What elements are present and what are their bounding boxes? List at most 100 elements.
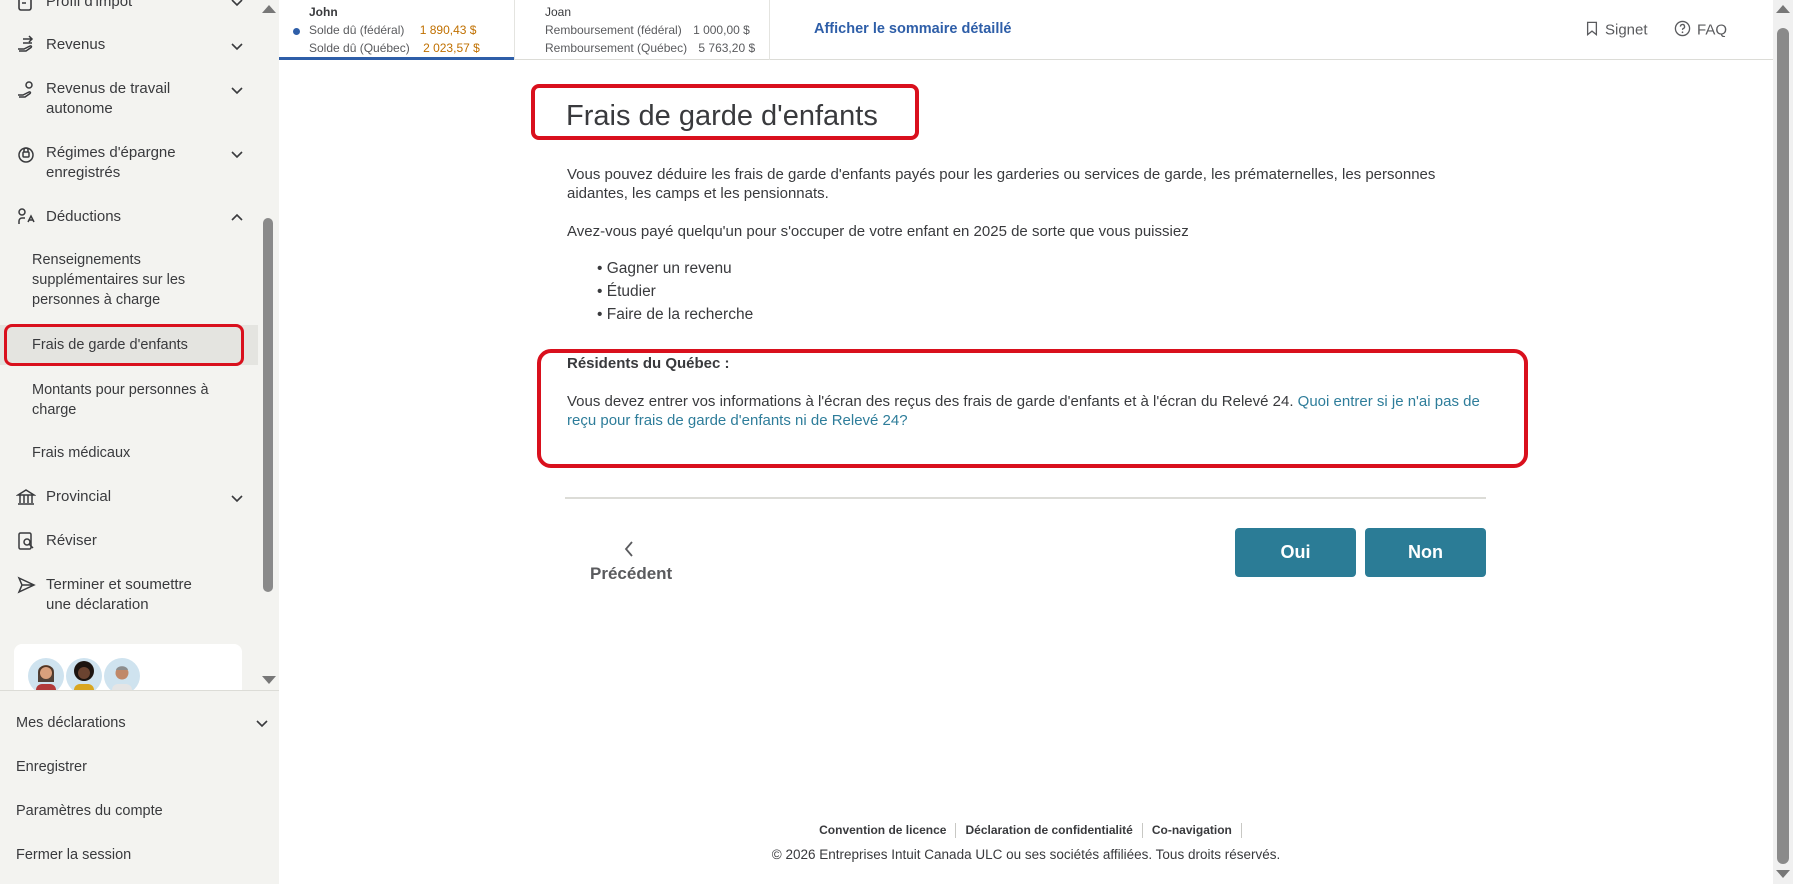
co-browse-link[interactable]: Co-navigation: [1143, 823, 1242, 838]
refund-label: Remboursement (fédéral): [545, 23, 682, 37]
sidebar-item-savings[interactable]: Régimes d'épargne enregistrés: [0, 142, 258, 186]
sidebar-item-label: Déductions: [46, 208, 122, 225]
header: John Solde dû (fédéral) 1 890,43 $ Solde…: [279, 0, 1773, 60]
page-title: Frais de garde d'enfants: [566, 100, 878, 132]
review-icon: [16, 531, 36, 551]
sidebar-item-deductions[interactable]: Déductions: [0, 206, 258, 230]
taxpayer-name: John: [309, 5, 338, 19]
chevron-left-icon: [622, 540, 636, 563]
previous-label: Précédent: [590, 564, 673, 583]
refund-value: 1 000,00 $: [693, 23, 750, 37]
balance-row: Solde dû (fédéral) 1 890,43 $: [309, 23, 476, 37]
sidebar-item-label: Revenus de travail autonome: [46, 80, 171, 117]
main-content: Frais de garde d'enfants Vous pouvez déd…: [279, 60, 1773, 884]
provincial-icon: [15, 487, 37, 507]
sidebar-item-label: Terminer et soumettre une déclaration: [46, 576, 192, 613]
scroll-down-arrow-icon[interactable]: [262, 676, 276, 684]
avatar: [28, 658, 64, 690]
chevron-down-icon[interactable]: [254, 715, 270, 731]
scroll-down-arrow-icon[interactable]: [1776, 870, 1790, 878]
chevron-up-icon: [229, 210, 245, 226]
chevron-down-icon: [229, 82, 245, 98]
faq-button[interactable]: FAQ: [1674, 20, 1727, 41]
question-text: Avez-vous payé quelqu'un pour s'occuper …: [567, 223, 1189, 240]
my-returns-link[interactable]: Mes déclarations: [16, 713, 126, 733]
list-item-text: Faire de la recherche: [606, 306, 754, 323]
sidebar-item-label: Provincial: [46, 488, 112, 505]
refund-row: Remboursement (Québec) 5 763,20 $: [545, 41, 755, 55]
bookmark-icon: [1585, 20, 1599, 41]
taxpayer-tab-joan[interactable]: Joan Remboursement (fédéral) 1 000,00 $ …: [514, 0, 770, 60]
balance-label: Solde dû (Québec): [309, 41, 410, 55]
no-button[interactable]: Non: [1365, 528, 1486, 577]
scroll-thumb[interactable]: [263, 218, 273, 592]
scroll-up-arrow-icon[interactable]: [262, 5, 276, 13]
footer-links: Convention de licence Déclaration de conf…: [279, 823, 1773, 838]
sidebar: Profil d'impôt Revenus Revenus de travai…: [0, 0, 279, 884]
quebec-body-text: Vous devez entrer vos informations à l'é…: [567, 393, 1298, 410]
avatar: [104, 658, 140, 690]
quebec-residents-text: Vous devez entrer vos informations à l'é…: [567, 392, 1487, 430]
sidebar-item-review[interactable]: Réviser: [0, 530, 258, 554]
chevron-down-icon: [229, 0, 245, 10]
sidebar-subitem-medical[interactable]: Frais médicaux: [0, 443, 258, 467]
sidebar-item-label: Profil d'impôt: [46, 0, 133, 10]
chevron-down-icon: [229, 490, 245, 506]
sidebar-subitem-label: Montants pour personnes à charge: [32, 382, 209, 418]
intro-text: Vous pouvez déduire les frais de garde d…: [567, 166, 1436, 202]
sidebar-item-finish-submit[interactable]: Terminer et soumettre une déclaration: [0, 574, 258, 618]
divider: [565, 497, 1486, 499]
scroll-up-arrow-icon[interactable]: [1776, 5, 1790, 13]
income-icon: [16, 35, 36, 55]
sidebar-subitem-label: Renseignements supplémentaires sur les p…: [32, 252, 186, 308]
save-link[interactable]: Enregistrer: [16, 757, 87, 777]
account-settings-link[interactable]: Paramètres du compte: [16, 801, 163, 821]
refund-label: Remboursement (Québec): [545, 41, 688, 55]
previous-button[interactable]: Précédent: [584, 538, 684, 588]
deductions-icon: [16, 207, 36, 227]
sidebar-subitem-dependants[interactable]: Renseignements supplémentaires sur les p…: [0, 250, 258, 314]
copyright-text: © 2026 Entreprises Intuit Canada ULC ou …: [771, 847, 1281, 862]
taxpayer-name: Joan: [545, 5, 572, 19]
chevron-down-icon: [229, 38, 245, 54]
send-icon: [16, 575, 36, 595]
quebec-residents-heading: Résidents du Québec :: [567, 355, 730, 372]
sidebar-item-provincial[interactable]: Provincial: [0, 486, 258, 510]
license-agreement-link[interactable]: Convention de licence: [810, 823, 957, 838]
expert-help-card[interactable]: [14, 644, 242, 690]
page-scrollbar[interactable]: [1773, 0, 1793, 884]
sidebar-item-income[interactable]: Revenus: [0, 34, 258, 58]
bookmark-label: Signet: [1605, 21, 1648, 39]
list-item: • Faire de la recherche: [597, 306, 754, 323]
balance-value: 1 890,43 $: [419, 23, 477, 37]
sidebar-bottom-nav: Mes déclarations Enregistrer Paramètres …: [0, 690, 279, 884]
sidebar-item-label: Revenus: [46, 36, 106, 53]
refund-value: 5 763,20 $: [698, 41, 756, 55]
scroll-thumb[interactable]: [1777, 28, 1789, 864]
balance-row: Solde dû (Québec) 2 023,57 $: [309, 41, 480, 55]
self-employment-icon: [16, 80, 36, 100]
active-indicator-dot: [293, 28, 300, 35]
sidebar-item-self-employment[interactable]: Revenus de travail autonome: [0, 78, 258, 122]
privacy-statement-link[interactable]: Déclaration de confidentialité: [956, 823, 1143, 838]
sidebar-item-tax-profile[interactable]: Profil d'impôt: [0, 0, 258, 14]
list-item: • Gagner un revenu: [597, 260, 732, 277]
bookmark-button[interactable]: Signet: [1585, 20, 1648, 41]
balance-value: 2 023,57 $: [423, 41, 480, 55]
list-item: • Étudier: [597, 283, 656, 300]
savings-icon: [16, 144, 36, 164]
faq-label: FAQ: [1697, 21, 1728, 39]
sidebar-subitem-dependant-amounts[interactable]: Montants pour personnes à charge: [0, 380, 258, 424]
taxpayer-tab-john[interactable]: John Solde dû (fédéral) 1 890,43 $ Solde…: [279, 0, 514, 60]
balance-label: Solde dû (fédéral): [309, 23, 405, 37]
highlight-annotation: [4, 324, 244, 366]
avatar: [66, 658, 102, 690]
sign-out-link[interactable]: Fermer la session: [16, 845, 131, 865]
sidebar-item-label: Régimes d'épargne enregistrés: [46, 144, 176, 181]
sidebar-item-label: Réviser: [46, 532, 97, 549]
detailed-summary-link[interactable]: Afficher le sommaire détaillé: [814, 21, 1011, 37]
sidebar-nav: Profil d'impôt Revenus Revenus de travai…: [0, 0, 258, 690]
yes-button[interactable]: Oui: [1235, 528, 1356, 577]
sidebar-scrollbar[interactable]: [258, 0, 279, 690]
help-circle-icon: [1674, 20, 1691, 41]
